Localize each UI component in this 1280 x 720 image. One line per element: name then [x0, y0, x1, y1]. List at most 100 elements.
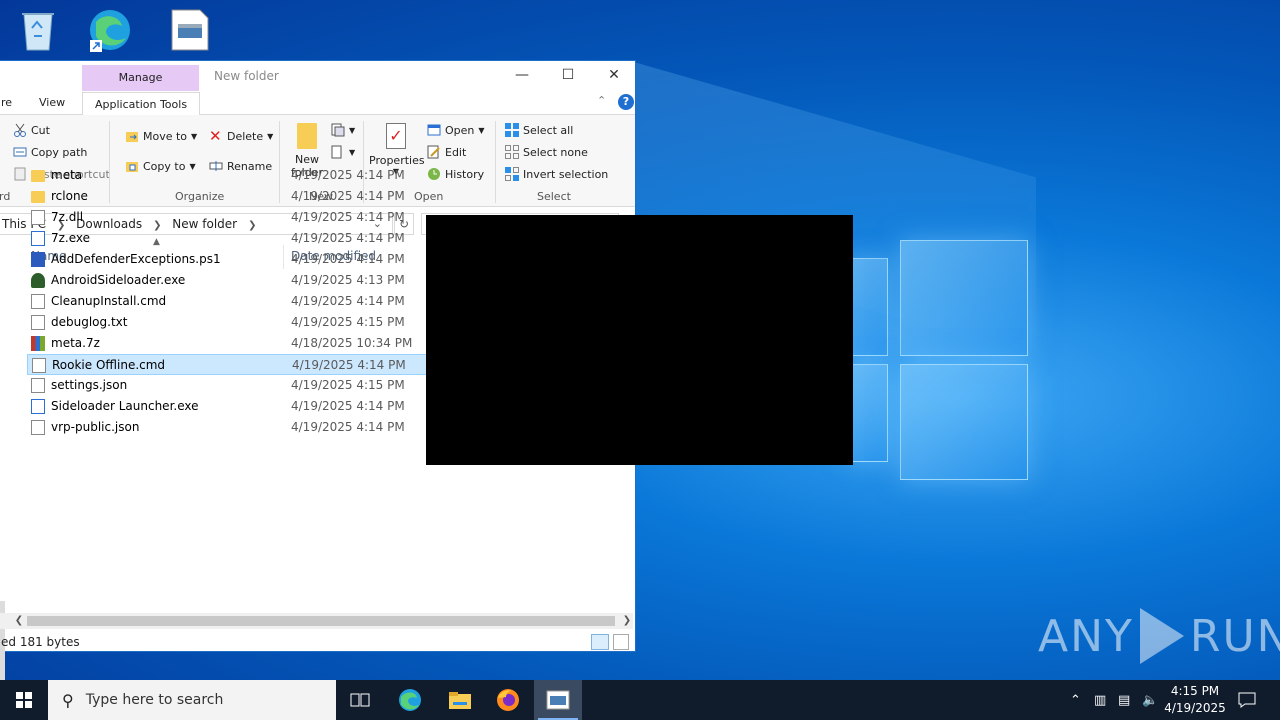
paste-shortcut-icon [13, 167, 27, 181]
start-button[interactable] [0, 680, 48, 720]
file-name: 7z.dll [51, 210, 84, 224]
file-name: rclone [51, 189, 88, 203]
task-view-icon[interactable] [336, 680, 384, 720]
document-file-icon[interactable] [168, 6, 212, 54]
firefox-taskbar-icon[interactable] [484, 680, 532, 720]
file-row[interactable]: rclone 4/19/2025 4:14 PM [27, 186, 625, 207]
edge-shortcut-icon[interactable] [88, 6, 132, 54]
file-date: 4/19/2025 4:15 PM [291, 378, 405, 392]
move-to-icon [125, 129, 139, 143]
android-file-icon [31, 273, 45, 288]
file-date: 4/19/2025 4:14 PM [291, 294, 405, 308]
status-text: ed 181 bytes [1, 635, 80, 649]
edit-icon [427, 145, 441, 159]
tab-view[interactable]: View [39, 91, 65, 115]
properties-check-icon: ✓ [386, 123, 406, 149]
details-view-icon[interactable] [591, 634, 609, 650]
network-icon[interactable]: ▤ [1118, 680, 1130, 720]
taskbar: ⚲ Type here to search ⌃ ▥ ▤ 🔈 4:15 PM 4/… [0, 680, 1280, 720]
file-date: 4/19/2025 4:14 PM [291, 420, 405, 434]
scissors-icon [13, 123, 27, 137]
file-file-icon [31, 378, 45, 393]
help-icon[interactable]: ? [618, 94, 634, 110]
defender-tray-icon[interactable]: ▥ [1094, 680, 1106, 720]
tab-share[interactable]: re [1, 91, 12, 115]
file-name: CleanupInstall.cmd [51, 294, 167, 308]
taskbar-search-box[interactable]: ⚲ Type here to search [48, 680, 336, 720]
file-name: Rookie Offline.cmd [52, 358, 166, 372]
status-bar: ed 181 bytes [0, 631, 635, 653]
delete-x-icon: ✕ [209, 127, 222, 145]
folder-file-icon [31, 170, 45, 182]
file-name: meta [51, 168, 83, 182]
scroll-right-icon[interactable]: ❯ [619, 613, 635, 629]
horizontal-scrollbar[interactable]: ❮ ❯ [0, 613, 633, 629]
cut-button[interactable]: Cut [13, 123, 50, 137]
close-button[interactable]: ✕ [591, 61, 637, 91]
file-file-icon [31, 210, 45, 225]
copy-path-icon [13, 145, 27, 159]
search-icon: ⚲ [62, 690, 74, 710]
file-name: debuglog.txt [51, 315, 128, 329]
windows-start-icon [16, 692, 32, 708]
maximize-button[interactable]: ☐ [545, 61, 591, 91]
large-icons-view-icon[interactable] [613, 634, 629, 650]
delete-button[interactable]: ✕ Delete ▼ [209, 127, 273, 145]
file-name: vrp-public.json [51, 420, 140, 434]
file-name: meta.7z [51, 336, 100, 350]
select-all-button[interactable]: Select all [505, 123, 573, 137]
exe-file-icon [31, 231, 45, 246]
file-name: AndroidSideloader.exe [51, 273, 186, 287]
file-date: 4/19/2025 4:14 PM [291, 399, 405, 413]
file-date: 4/19/2025 4:14 PM [291, 168, 405, 182]
file-date: 4/19/2025 4:14 PM [291, 189, 405, 203]
volume-icon[interactable]: 🔈 [1142, 680, 1158, 720]
7z-file-icon [31, 336, 45, 351]
file-file-icon [31, 420, 45, 435]
active-window-taskbar-icon[interactable] [534, 680, 582, 720]
file-row[interactable]: meta 4/19/2025 4:14 PM [27, 165, 625, 186]
file-date: 4/19/2025 4:15 PM [291, 315, 405, 329]
file-file-icon [31, 294, 45, 309]
easy-access-button[interactable]: ▼ [331, 145, 355, 159]
file-date: 4/19/2025 4:14 PM [291, 252, 405, 266]
folder-file-icon [31, 191, 45, 203]
new-item-button[interactable]: ▼ [331, 123, 355, 137]
copy-path-button[interactable]: Copy path [13, 145, 87, 159]
new-folder-icon [297, 123, 317, 149]
move-to-button[interactable]: Move to ▼ [125, 129, 197, 143]
anyrun-watermark: ANY RUN [1038, 608, 1280, 664]
show-hidden-icons[interactable]: ⌃ [1070, 680, 1081, 720]
scroll-left-icon[interactable]: ❮ [11, 613, 27, 629]
new-item-icon [331, 123, 345, 137]
redacted-overlay [426, 215, 853, 465]
tab-manage[interactable]: Manage [82, 65, 199, 91]
collapse-ribbon-icon[interactable]: ⌃ [597, 94, 606, 107]
edge-taskbar-icon[interactable] [386, 680, 434, 720]
recycle-bin-icon[interactable] [16, 6, 60, 54]
file-date: 4/19/2025 4:14 PM [291, 231, 405, 245]
file-date: 4/19/2025 4:14 PM [291, 210, 405, 224]
clock[interactable]: 4:15 PM 4/19/2025 [1160, 683, 1230, 717]
title-bar[interactable]: Manage New folder — ☐ ✕ [0, 61, 635, 91]
file-date: 4/19/2025 4:13 PM [291, 273, 405, 287]
scrollbar-thumb[interactable] [27, 616, 615, 626]
select-none-icon [505, 145, 519, 159]
select-all-icon [505, 123, 519, 137]
window-title: New folder [214, 69, 279, 83]
easy-access-icon [331, 145, 345, 159]
file-explorer-taskbar-icon[interactable] [436, 680, 484, 720]
clock-time: 4:15 PM [1170, 684, 1220, 698]
ribbon-tabs: re View Application Tools ⌃ ? [0, 91, 635, 116]
notifications-icon[interactable] [1238, 680, 1256, 720]
minimize-button[interactable]: — [499, 61, 545, 91]
clock-date: 4/19/2025 [1164, 701, 1226, 715]
group-label-clipboard: rd [0, 190, 11, 203]
exe-file-icon [31, 399, 45, 414]
tab-application-tools[interactable]: Application Tools [82, 92, 201, 116]
select-none-button[interactable]: Select none [505, 145, 588, 159]
ps-file-icon [31, 252, 45, 267]
open-button[interactable]: Open ▼ [427, 123, 485, 137]
file-name: AddDefenderExceptions.ps1 [51, 252, 221, 266]
edit-button[interactable]: Edit [427, 145, 466, 159]
